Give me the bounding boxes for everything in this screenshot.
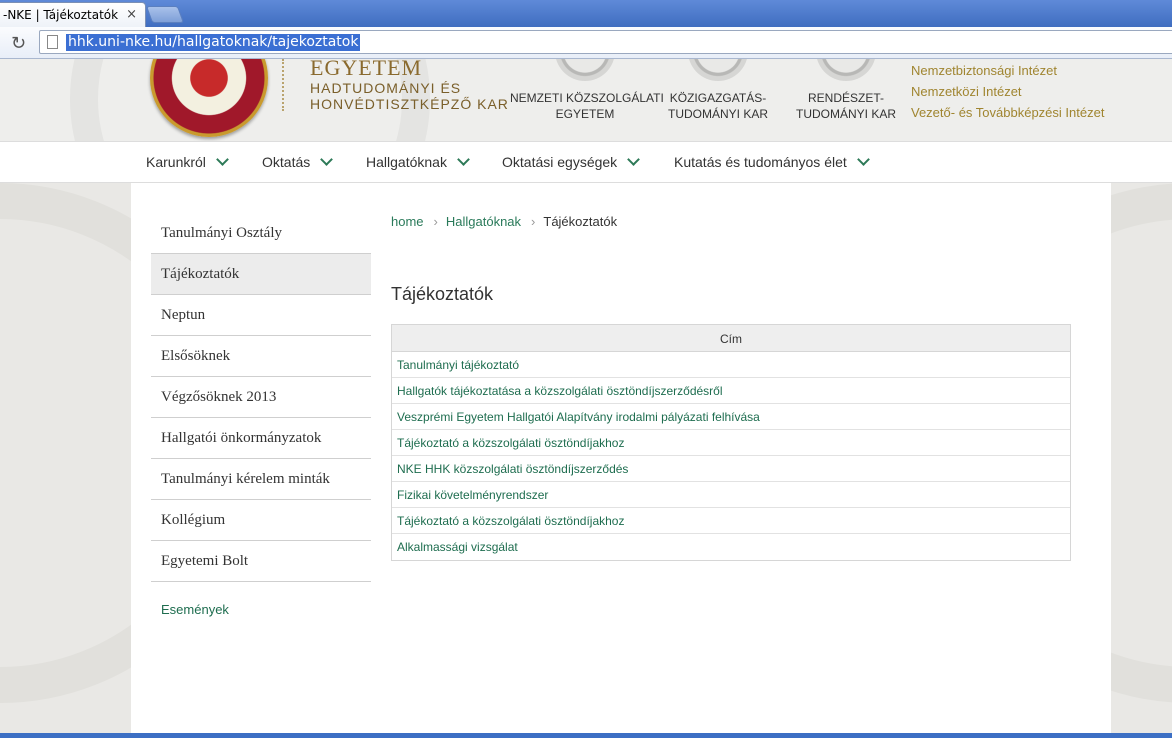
table-row[interactable]: Alkalmassági vizsgálat [392,534,1070,560]
institute-link[interactable]: Nemzetközi Intézet [911,84,1022,99]
breadcrumb-separator-icon: › [433,214,438,229]
documents-table: Cím Tanulmányi tájékoztató Hallgatók táj… [391,324,1071,561]
chevron-down-icon [457,153,470,166]
logo-egyetem: EGYETEM [310,59,423,80]
sidebar-item-onkormanyzatok[interactable]: Hallgatói önkormányzatok [151,418,371,459]
address-bar[interactable]: hhk.uni-nke.hu/hallgatoknak/tajekoztatok [39,30,1172,54]
nav-item-oktatasi-egysegek[interactable]: Oktatási egységek [502,153,641,170]
browser-toolbar: ↻ hhk.uni-nke.hu/hallgatoknak/tajekoztat… [0,27,1172,59]
sidebar-nav: Tanulmányi Osztály Tájékoztatók Neptun E… [151,213,371,582]
sidebar-item-kollegium[interactable]: Kollégium [151,500,371,541]
page-icon [47,35,58,49]
page-title: Tájékoztatók [391,284,494,304]
browser-tabstrip: -NKE | Tájékoztatók × [0,0,1172,27]
main-nav: Karunkról Oktatás Hallgatóknak Oktatási … [0,141,1172,183]
nav-item-kutatas[interactable]: Kutatás és tudományos élet [674,153,870,170]
sidebar-item-egyetemi-bolt[interactable]: Egyetemi Bolt [151,541,371,582]
breadcrumb-current: Tájékoztatók [543,214,618,229]
sidebar-item-vegzosoknek[interactable]: Végzősöknek 2013 [151,377,371,418]
taskbar-strip [0,733,1172,738]
table-row[interactable]: Tanulmányi tájékoztató [392,352,1070,378]
faculty-name-line2: HONVÉDTISZTKÉPZŐ KAR [310,96,509,112]
new-tab-button[interactable] [145,6,185,23]
table-header-cim[interactable]: Cím [392,325,1070,352]
nav-item-hallgatoknak[interactable]: Hallgatóknak [366,153,470,170]
chevron-down-icon [320,153,334,166]
sidebar-item-tanulmanyi-osztaly[interactable]: Tanulmányi Osztály [151,213,371,254]
browser-tab[interactable]: -NKE | Tájékoztatók × [0,2,146,27]
table-row[interactable]: Tájékoztató a közszolgálati ösztöndíjakh… [392,508,1070,534]
table-row[interactable]: Hallgatók tájékoztatása a közszolgálati … [392,378,1070,404]
partner-name-nke[interactable]: NEMZETI KÖZSZOLGÁLATI EGYETEM [510,90,664,122]
chevron-down-icon [216,153,229,166]
sidebar-item-elsosoknek[interactable]: Elsősöknek [151,336,371,377]
partner-name-rendeszet[interactable]: RENDÉSZET- TUDOMÁNYI KAR [786,90,906,122]
table-row[interactable]: Veszprémi Egyetem Hallgatói Alapítvány i… [392,404,1070,430]
events-link[interactable]: Események [161,602,229,617]
faculty-name-line1: HADTUDOMÁNYI ÉS [310,80,462,96]
partner-emblem-kozigazgatas[interactable] [688,59,748,81]
breadcrumb: home › Hallgatóknak › Tájékoztatók [391,214,617,229]
tab-title: -NKE | Tájékoztatók [3,8,119,22]
table-row[interactable]: Fizikai követelményrendszer [392,482,1070,508]
sidebar-item-neptun[interactable]: Neptun [151,295,371,336]
sidebar-item-kerelem-mintak[interactable]: Tanulmányi kérelem minták [151,459,371,500]
institute-link[interactable]: Vezető- és Továbbképzési Intézet [911,105,1104,120]
partner-emblem-rendeszet[interactable] [816,59,876,81]
sidebar-item-tajekoztatok[interactable]: Tájékoztatók [151,254,371,295]
breadcrumb-parent[interactable]: Hallgatóknak [446,214,521,229]
table-row[interactable]: NKE HHK közszolgálati ösztöndíjszerződés [392,456,1070,482]
institute-link[interactable]: Nemzetbiztonsági Intézet [911,63,1057,78]
partner-name-kozigazgatas[interactable]: KÖZIGAZGATÁS- TUDOMÁNYI KAR [658,90,778,122]
breadcrumb-home[interactable]: home [391,214,424,229]
nav-item-oktatas[interactable]: Oktatás [262,153,334,170]
chevron-down-icon [856,153,870,166]
reload-icon[interactable]: ↻ [11,33,26,54]
url-text[interactable]: hhk.uni-nke.hu/hallgatoknak/tajekoztatok [66,34,361,51]
table-row[interactable]: Tájékoztató a közszolgálati ösztöndíjakh… [392,430,1070,456]
site-header: EGYETEM HADTUDOMÁNYI ÉS HONVÉDTISZTKÉPZŐ… [0,59,1172,141]
logo-ornament [282,59,302,111]
close-tab-icon[interactable]: × [126,7,137,22]
partner-emblem-nke[interactable] [555,59,615,81]
breadcrumb-separator-icon: › [531,214,536,229]
nav-item-karunkrol[interactable]: Karunkról [146,153,229,170]
chevron-down-icon [627,153,641,166]
